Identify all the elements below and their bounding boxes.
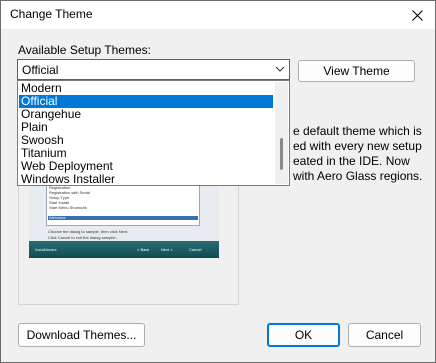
download-themes-label: Download Themes... [26,328,137,342]
window-title: Change Theme [10,7,93,21]
title-bar: Change Theme [1,1,435,29]
change-theme-dialog: Change Theme Available Setup Themes: Off… [0,0,436,363]
preview-next-button: Next > [161,247,173,252]
scrollbar-thumb[interactable] [280,138,283,170]
dropdown-item-windows-installer[interactable]: Windows Installer [19,173,273,186]
theme-combobox-value: Official [22,63,59,77]
close-button[interactable] [399,1,435,29]
ok-label: OK [294,328,313,342]
themes-label: Available Setup Themes: [18,43,151,57]
preview-back-button: < Back [137,247,150,252]
cancel-label: Cancel [365,328,404,342]
dropdown-item-modern[interactable]: Modern [19,82,273,95]
theme-description: e default theme which is ed with every n… [293,124,423,184]
view-theme-button-label: View Theme [323,64,390,78]
preview-list-item: Start Menu Shortcuts [49,205,87,210]
preview-selected-row [48,216,198,220]
preview-cancel-button: Cancel [189,247,202,252]
preview-hint-2: Click Cancel to exit the dialog sampler. [48,235,117,240]
view-theme-button[interactable]: View Theme [298,60,415,82]
dropdown-scrollbar[interactable] [275,82,288,184]
dropdown-item-orangehue[interactable]: Orangehue [19,108,273,121]
theme-combobox[interactable]: Official [17,59,290,80]
close-icon [411,9,423,21]
theme-dropdown-list[interactable]: Modern Official Orangehue Plain Swoosh T… [17,80,290,186]
preview-list-item: Welcome [49,215,66,220]
preview-brand: InstallAware [35,247,57,252]
cancel-button[interactable]: Cancel [348,323,421,347]
description-line: eated in the IDE. Now [293,154,410,168]
preview-footer: InstallAware < Back Next > Cancel [29,241,219,258]
description-line: e default theme which is [293,124,422,138]
download-themes-button[interactable]: Download Themes... [18,323,145,347]
chevron-down-icon [275,66,285,72]
description-line: ed with every new setup [293,139,422,153]
preview-hint-1: Choose the dialog to sample, then click … [48,229,129,234]
description-line: with Aero Glass regions. [293,169,423,183]
ok-button[interactable]: OK [267,323,340,347]
